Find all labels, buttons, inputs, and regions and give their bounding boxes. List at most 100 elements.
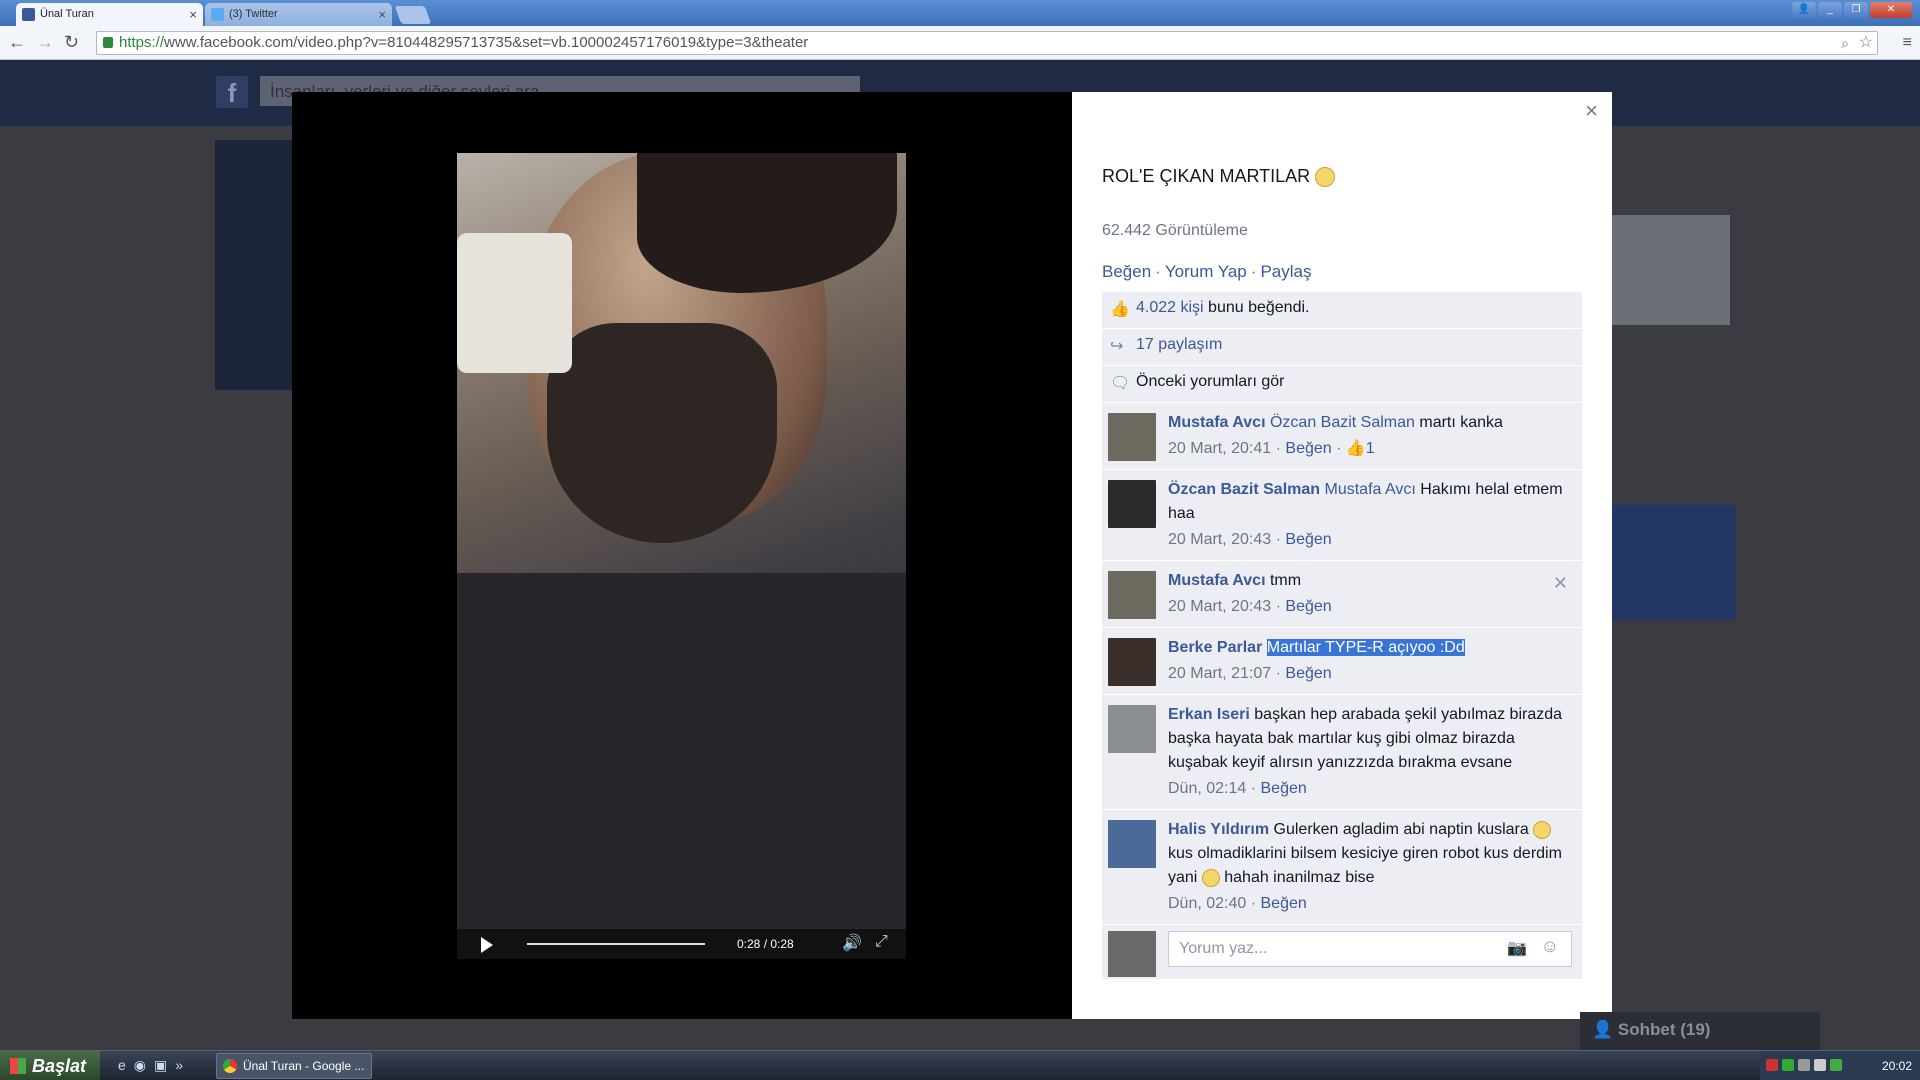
comment-author[interactable]: Berke Parlar — [1168, 639, 1262, 656]
close-window-button[interactable]: ✕ — [1870, 2, 1912, 18]
tab-unal-turan[interactable]: Ünal Turan × — [16, 3, 203, 26]
shares-row: ↪ 17 paylaşım — [1102, 329, 1582, 366]
smiley-emoji-icon — [1201, 868, 1220, 887]
comment-time[interactable]: 20 Mart, 20:43 — [1168, 598, 1271, 615]
video-title-text: ROL'E ÇIKAN MARTILAR — [1102, 166, 1311, 186]
browser-tab-bar: Ünal Turan × (3) Twitter × 👤 _ ❐ ✕ — [0, 0, 1920, 26]
volume-tray-icon[interactable] — [1814, 1059, 1826, 1071]
address-bar[interactable]: https://www.facebook.com/video.php?v=810… — [96, 31, 1878, 55]
comment-like-link[interactable]: Beğen — [1285, 598, 1331, 615]
comment-author[interactable]: Özcan Bazit Salman — [1168, 481, 1320, 498]
windows-taskbar: Başlat e ◉ ▣ » Ünal Turan - Google ... 2… — [0, 1050, 1920, 1080]
taskbar-item-chrome[interactable]: Ünal Turan - Google ... — [216, 1053, 372, 1079]
thumbs-up-icon: 👍 — [1110, 301, 1130, 318]
previous-comments-row: 🗨 Önceki yorumları gör — [1102, 366, 1582, 403]
comment-mention[interactable]: Özcan Bazit Salman — [1270, 414, 1415, 431]
avatar[interactable] — [1108, 705, 1156, 753]
volume-icon[interactable]: 🔊 — [842, 933, 862, 953]
user-icon[interactable]: 👤 — [1792, 2, 1816, 18]
shares-link[interactable]: 17 paylaşım — [1136, 336, 1222, 353]
tab-twitter[interactable]: (3) Twitter × — [205, 3, 392, 26]
start-button[interactable]: Başlat — [0, 1051, 100, 1080]
media-icon[interactable]: ▣ — [154, 1057, 167, 1074]
avatar[interactable] — [1108, 571, 1156, 619]
comment-link[interactable]: Yorum Yap — [1165, 262, 1247, 281]
reload-icon[interactable]: ↻ — [64, 32, 79, 53]
comment-time[interactable]: Dün, 02:14 — [1168, 780, 1246, 797]
comment-text: tmm — [1265, 572, 1302, 589]
chat-sidebar-button[interactable]: 👤 Sohbet (19) — [1580, 1012, 1820, 1050]
windows-logo-icon — [10, 1058, 26, 1074]
thumbs-up-icon: 👍 — [1345, 440, 1366, 457]
video-frame-shirt — [457, 573, 906, 959]
comment-time[interactable]: 20 Mart, 21:07 — [1168, 665, 1271, 682]
close-icon[interactable]: × — [1585, 98, 1598, 124]
comment-like-link[interactable]: Beğen — [1285, 440, 1331, 457]
tray-icon[interactable] — [1782, 1059, 1794, 1071]
share-link[interactable]: Paylaş — [1260, 262, 1311, 281]
remove-comment-icon[interactable]: ✕ — [1553, 571, 1568, 595]
more-icon[interactable]: » — [175, 1057, 183, 1074]
tray-icon[interactable] — [1766, 1059, 1778, 1071]
start-label: Başlat — [32, 1056, 87, 1076]
comment-time[interactable]: 20 Mart, 20:41 — [1168, 440, 1271, 457]
previous-comments-link[interactable]: Önceki yorumları gör — [1136, 373, 1285, 390]
comment-text-selected: Martılar TYPE-R açıyoo :Dd — [1266, 639, 1465, 656]
twitter-icon — [211, 8, 224, 21]
restore-button[interactable]: ❐ — [1844, 2, 1868, 18]
comment-author[interactable]: Mustafa Avcı — [1168, 572, 1266, 589]
like-link[interactable]: Beğen — [1102, 262, 1151, 281]
minimize-button[interactable]: _ — [1818, 2, 1842, 18]
menu-icon[interactable]: ≡ — [1903, 34, 1912, 52]
chrome-icon[interactable]: ◉ — [134, 1057, 146, 1074]
likes-count-link[interactable]: 4.022 kişi — [1136, 299, 1204, 316]
comment-like-link[interactable]: Beğen — [1261, 780, 1307, 797]
close-tab-icon[interactable]: × — [189, 3, 197, 26]
chat-icon: 👤 — [1592, 1020, 1614, 1039]
comment-time[interactable]: 20 Mart, 20:43 — [1168, 531, 1271, 548]
lock-icon — [103, 37, 113, 48]
comment-like-count[interactable]: 1 — [1366, 440, 1375, 457]
facebook-logo[interactable]: f — [216, 76, 248, 108]
avatar[interactable] — [1108, 820, 1156, 868]
comment-like-link[interactable]: Beğen — [1285, 665, 1331, 682]
avatar[interactable] — [1108, 413, 1156, 461]
comment-author[interactable]: Halis Yıldırım — [1168, 821, 1269, 838]
bookmark-star-icon[interactable]: ☆ — [1859, 32, 1873, 54]
play-icon[interactable] — [481, 937, 493, 953]
ad-image — [1610, 505, 1736, 620]
video-player[interactable] — [457, 153, 906, 959]
comment-like-link[interactable]: Beğen — [1261, 895, 1307, 912]
comment-item: Mustafa Avcı Özcan Bazit Salman martı ka… — [1102, 403, 1582, 470]
camera-icon[interactable]: 📷 — [1507, 938, 1527, 958]
likes-row: 👍 4.022 kişi bunu beğendi. — [1102, 292, 1582, 329]
avatar[interactable] — [1108, 638, 1156, 686]
fullscreen-icon[interactable]: ⤢ — [875, 933, 888, 951]
share-arrow-icon: ↪ — [1110, 338, 1124, 355]
view-count: 62.442 Görüntüleme — [1102, 222, 1248, 239]
ie-icon[interactable]: e — [118, 1057, 126, 1074]
comment-mention[interactable]: Mustafa Avcı — [1325, 481, 1416, 498]
search-icon[interactable]: ⌕ — [1841, 32, 1849, 54]
browser-toolbar: ← → ↻ https://www.facebook.com/video.php… — [0, 26, 1920, 60]
comment-input[interactable]: Yorum yaz... 📷 ☺ — [1168, 931, 1572, 967]
comment-item: Berke Parlar Martılar TYPE-R açıyoo :Dd … — [1102, 628, 1582, 695]
new-tab-button[interactable] — [394, 6, 432, 24]
back-icon[interactable]: ← — [8, 32, 26, 53]
comment-author[interactable]: Mustafa Avcı — [1168, 414, 1266, 431]
comment-like-link[interactable]: Beğen — [1285, 531, 1331, 548]
emoji-icon[interactable]: ☺ — [1541, 936, 1559, 957]
smiley-emoji-icon — [1533, 820, 1552, 839]
avatar[interactable] — [1108, 480, 1156, 528]
close-tab-icon[interactable]: × — [378, 3, 386, 26]
comment-item: Erkan Iseri başkan hep arabada şekil yab… — [1102, 695, 1582, 810]
comment-text: martı kanka — [1414, 414, 1503, 431]
network-tray-icon[interactable] — [1830, 1059, 1842, 1071]
comment-time[interactable]: Dün, 02:40 — [1168, 895, 1246, 912]
forward-icon[interactable]: → — [36, 32, 54, 53]
video-progress-bar[interactable] — [527, 943, 705, 945]
comment-author[interactable]: Erkan Iseri — [1168, 706, 1250, 723]
tray-icon[interactable] — [1798, 1059, 1810, 1071]
video-frame-hair — [637, 153, 897, 293]
comment-text: Gulerken agladim abi naptin kuslara — [1269, 821, 1534, 838]
